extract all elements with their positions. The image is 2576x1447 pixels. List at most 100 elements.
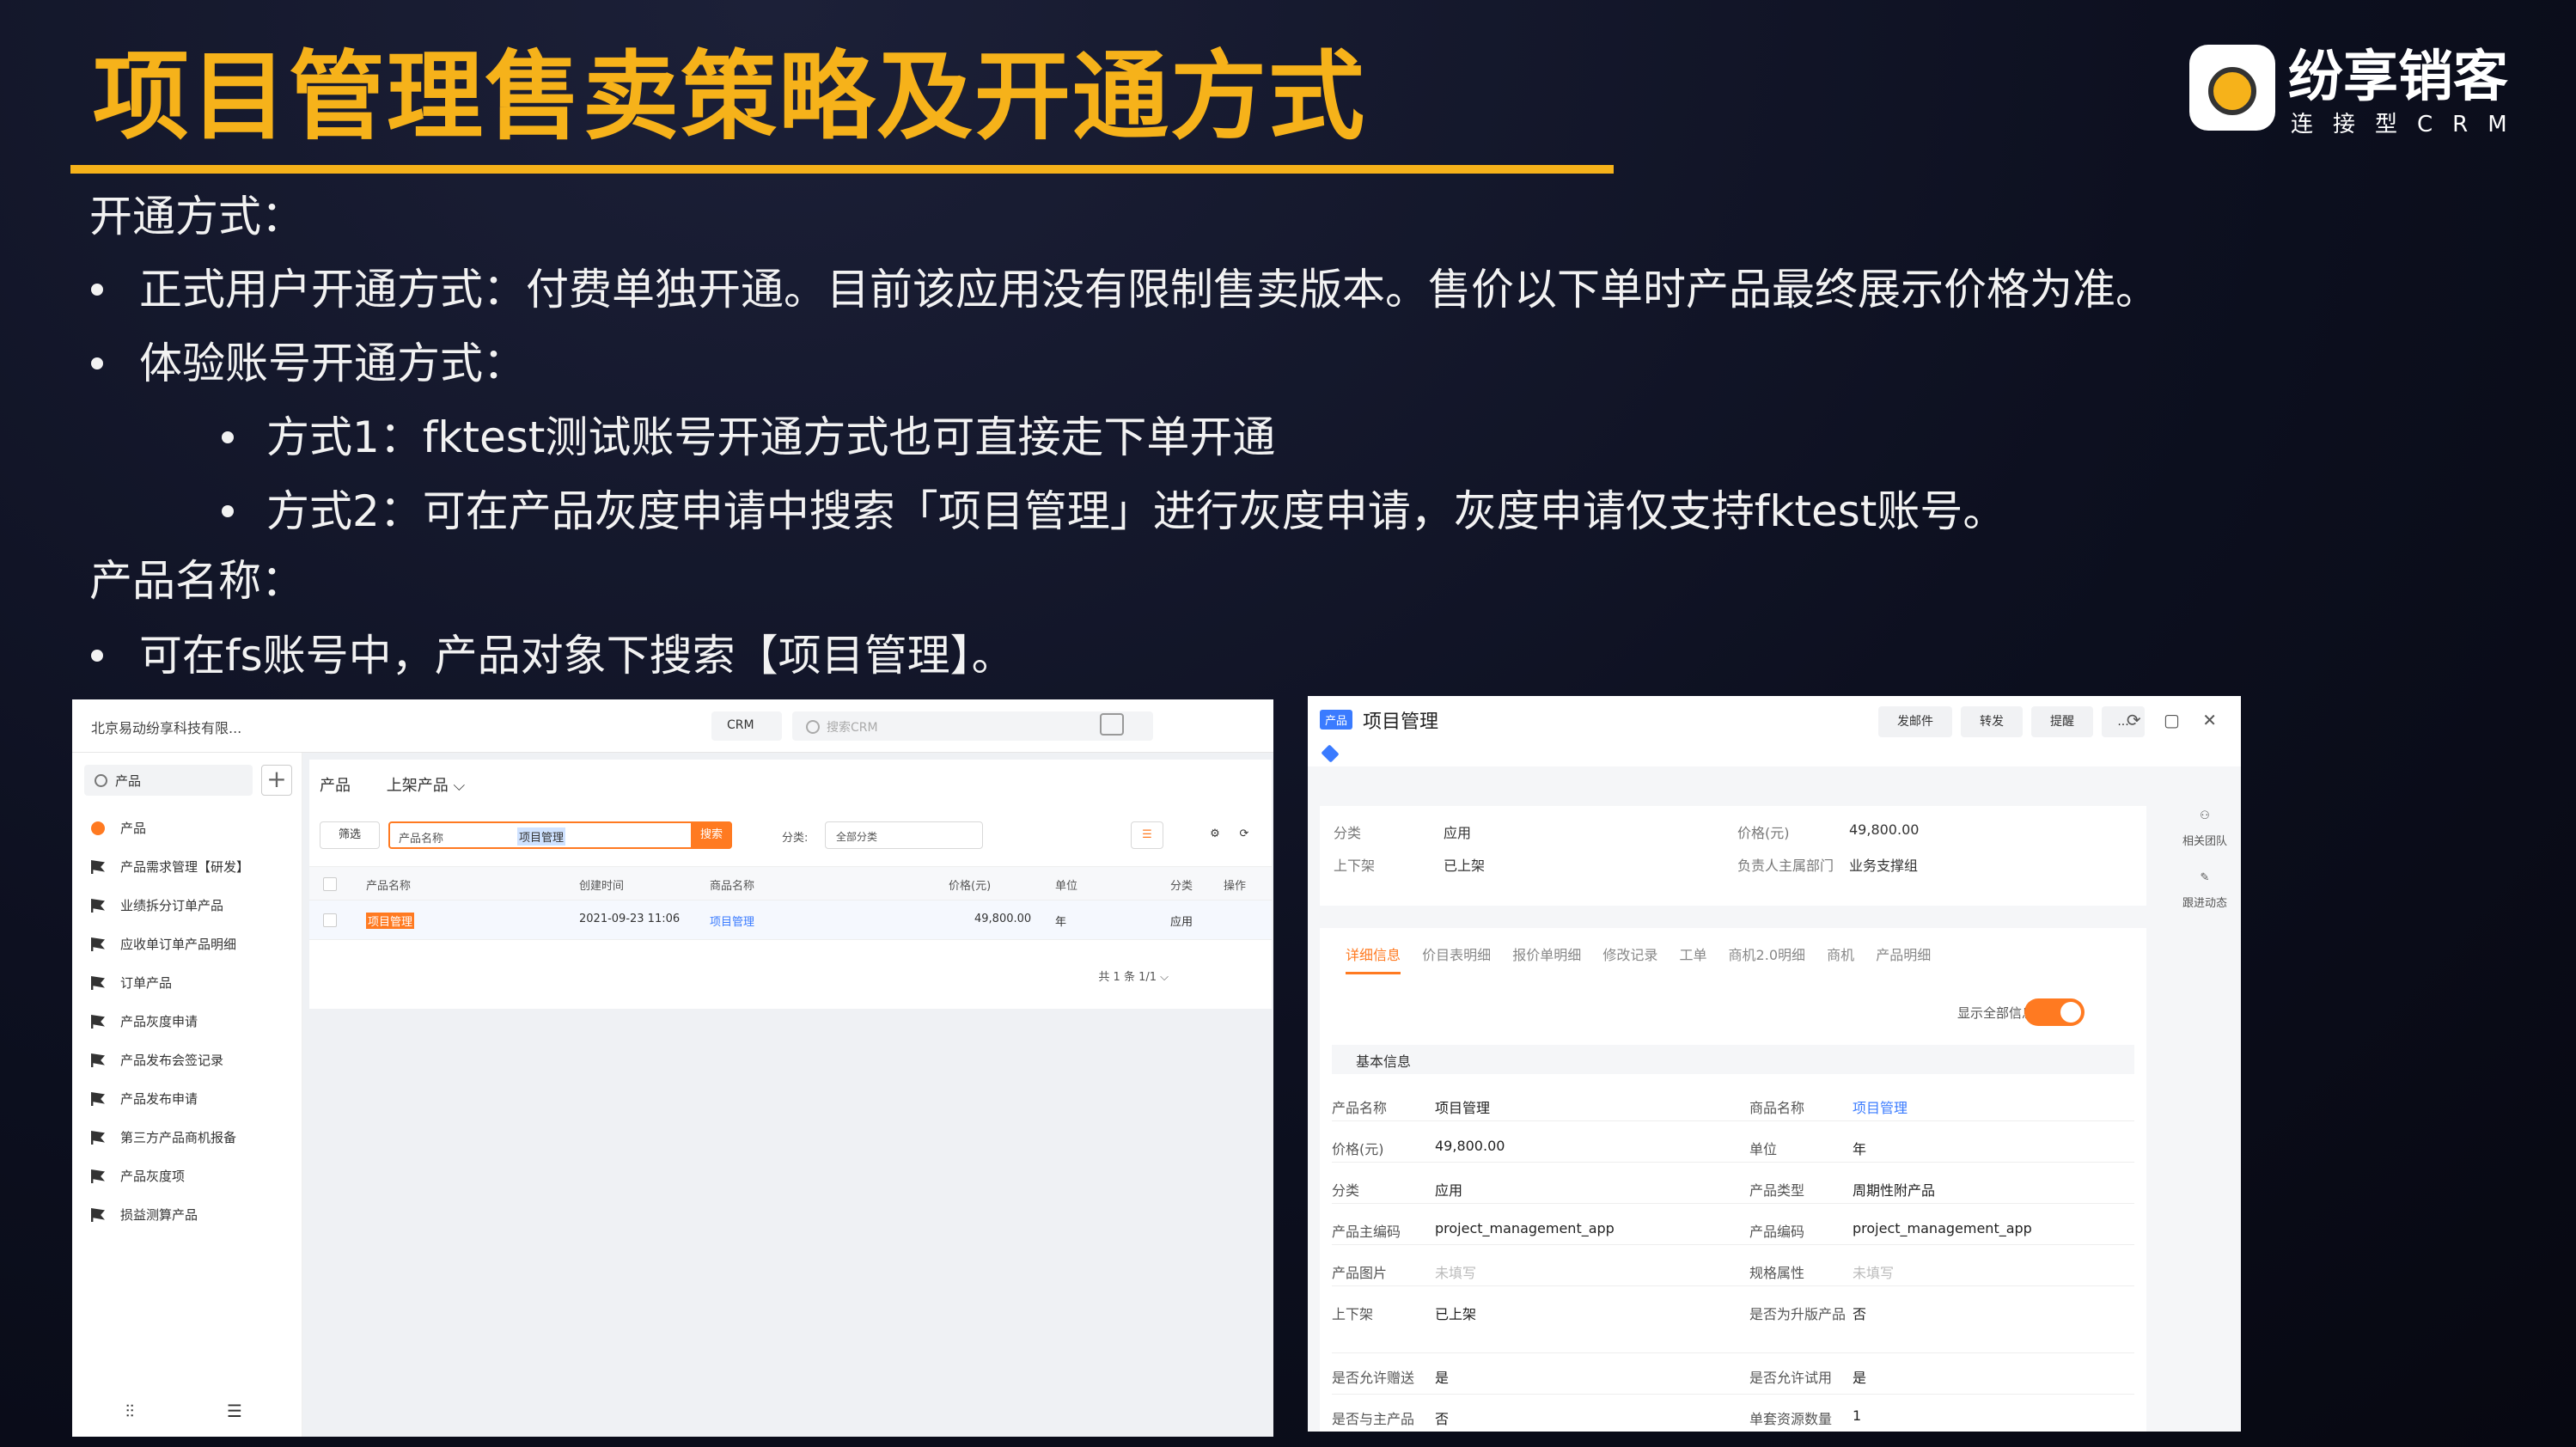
follow-activity-button[interactable]: 跟进动态 [2169,894,2241,910]
inbox-icon[interactable] [1100,713,1124,736]
sidebar-item-receivable[interactable]: 应收单订单产品明细 [89,934,236,955]
sidebar-item-gray-apply[interactable]: 产品灰度申请 [89,1011,198,1032]
settings-sliders-icon[interactable]: ⫶⫶ [125,1401,134,1421]
crm-selector[interactable]: CRM [711,711,782,741]
related-team-button[interactable]: 相关团队 [2169,832,2241,848]
team-icon[interactable]: ⚇ [2169,809,2241,822]
table-row[interactable]: 项目管理 2021-09-23 11:06 项目管理 49,800.00 年 应… [309,901,1272,940]
row-divider [1332,1244,2134,1245]
follow-edit-icon[interactable]: ✎ [2169,871,2241,884]
row-checkbox[interactable] [323,913,337,927]
section-heading-activation: 开通方式： [89,192,304,241]
row-divider [1332,1285,2134,1286]
product-search-box[interactable]: 产品名称 项目管理 搜索 [388,821,732,849]
select-all-checkbox[interactable] [323,877,337,891]
summary-value: 业务支撑组 [1849,858,1919,874]
show-all-toggle[interactable] [2024,998,2085,1026]
bee-logo-icon [2189,45,2275,131]
column-goods-name[interactable]: 商品名称 [710,876,754,893]
sidebar-add-button[interactable]: + [261,765,292,796]
row-divider [1332,1352,2134,1353]
tab-price-list[interactable]: 价目表明细 [1422,947,1491,963]
table-header: 产品名称 创建时间 商品名称 价格(元) 单位 分类 操作 [309,866,1272,901]
summary-label: 负责人主属部门 [1737,858,1834,874]
bullet-product-search: 可在fs账号中，产品对象下搜索【项目管理】。 [139,631,1015,681]
sidebar-item-release-apply[interactable]: 产品发布申请 [89,1089,198,1109]
tab-ticket[interactable]: 工单 [1679,947,1706,963]
filter-row: 筛选 产品名称 项目管理 搜索 分类: 全部分类 ☰ ⚙ ⟳ [320,821,1265,852]
category-select[interactable]: 全部分类 [825,821,983,849]
object-tabs: 产品 上架产品 ⌵ [320,773,496,796]
search-value[interactable]: 项目管理 [517,827,566,846]
sidebar-item-split-order[interactable]: 业绩拆分订单产品 [89,895,223,916]
object-type-badge: 产品 [1320,710,1353,730]
flag-icon [91,899,105,913]
tag-icon [1321,744,1340,763]
tab-history[interactable]: 修改记录 [1602,947,1657,963]
refresh-icon[interactable]: ⟳ [1230,821,1258,849]
column-created[interactable]: 创建时间 [579,876,624,893]
tab-opportunity[interactable]: 商机 [1827,947,1854,963]
window-controls-icon[interactable]: ⟳ ▢ ✕ [2127,710,2225,730]
row-divider [1332,1120,2134,1121]
search-field-select[interactable]: 产品名称 [399,829,443,846]
sub-bullet-method-1: 方式1：fktest测试账号开通方式也可直接走下单开通 [266,412,1276,462]
flag-icon [91,1208,105,1222]
pagination[interactable]: 共 1 条 1/1 ⌵ [1098,968,1169,984]
cell-goods-name[interactable]: 项目管理 [710,913,754,929]
sidebar-item-profit-loss[interactable]: 损益测算产品 [89,1205,198,1225]
right-rail: ⚇ 相关团队 ✎ 跟进动态 [2169,791,2241,1432]
sub-bullet-dot [222,431,234,443]
tab-detail-info[interactable]: 详细信息 [1346,947,1401,974]
tab-opportunity-2[interactable]: 商机2.0明细 [1729,947,1805,963]
remind-button[interactable]: 提醒 [2031,706,2093,737]
cell-category: 应用 [1170,916,1193,929]
bullet-trial-account: 体验账号开通方式： [139,339,526,388]
column-price[interactable]: 价格(元) [949,876,991,893]
column-category[interactable]: 分类 [1170,876,1193,893]
detail-header: 产品 项目管理 发邮件 转发 提醒 ... ⟳ ▢ ✕ [1308,696,2241,766]
sidebar-item-release-sign[interactable]: 产品发布会签记录 [89,1050,223,1071]
flag-icon [91,937,105,951]
sidebar-item-order-product[interactable]: 订单产品 [89,973,172,993]
sidebar-item-gray-item[interactable]: 产品灰度项 [89,1166,185,1187]
summary-value: 已上架 [1444,858,1486,874]
search-button[interactable]: 搜索 [691,821,732,849]
slide-title: 项目管理售卖策略及开通方式 [93,41,1366,153]
flag-icon [91,1131,105,1145]
list-icon [91,976,105,990]
column-product-name[interactable]: 产品名称 [366,876,411,893]
sidebar-search-input[interactable]: 产品 [84,765,253,796]
tab-product-detail[interactable]: 产品明细 [1876,947,1931,963]
send-email-button[interactable]: 发邮件 [1878,706,1952,737]
sidebar-item-requirement[interactable]: 产品需求管理【研发】 [89,857,249,877]
product-detail-screenshot: 产品 项目管理 发邮件 转发 提醒 ... ⟳ ▢ ✕ 分类 应用 价格(元) … [1308,696,2241,1432]
tab-quote[interactable]: 报价单明细 [1512,947,1581,963]
cell-product-name[interactable]: 项目管理 [366,913,415,929]
flag-icon [91,1169,105,1183]
summary-label: 价格(元) [1737,825,1790,841]
tab-listed-product[interactable]: 上架产品 ⌵ [387,777,465,795]
title-underline [70,165,1614,174]
settings-icon[interactable]: ⚙ [1201,821,1229,849]
list-view-icon[interactable]: ☰ [1131,821,1163,849]
show-all-label: 显示全部信息 [1956,1005,2035,1021]
global-search-input[interactable]: 搜索CRM [792,711,1153,741]
tab-product[interactable]: 产品 [320,777,351,795]
cell-created: 2021-09-23 11:06 [579,913,681,925]
company-name[interactable]: 北京易动纷享科技有限... [91,717,241,737]
sidebar-item-product[interactable]: 产品 [89,818,146,839]
section-basic-info[interactable]: 基本信息 [1332,1045,2134,1074]
summary-value: 应用 [1444,825,1472,841]
sidebar: 产品 + 产品 产品需求管理【研发】 业绩拆分订单产品 应收单订单产品明细 订单… [72,753,302,1437]
forward-button[interactable]: 转发 [1961,706,2023,737]
logo-name: 纷享销客 [2288,46,2508,109]
sidebar-item-third-party[interactable]: 第三方产品商机报备 [89,1127,236,1148]
summary-label: 分类 [1334,825,1362,841]
column-unit[interactable]: 单位 [1055,876,1077,893]
filter-button[interactable]: 筛选 [320,821,380,849]
detail-title: 项目管理 [1363,711,1439,733]
bullet-dot [91,357,103,369]
menu-list-icon[interactable]: ☰ [227,1401,242,1421]
cell-unit: 年 [1055,916,1067,929]
